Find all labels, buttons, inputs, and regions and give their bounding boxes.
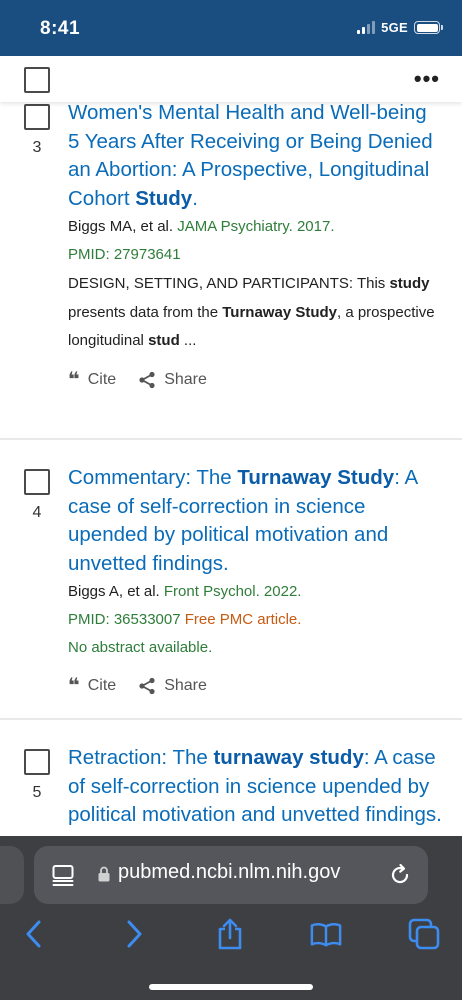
back-button[interactable]: [18, 918, 50, 950]
bookmarks-button[interactable]: [310, 918, 342, 950]
result-checkbox[interactable]: [24, 469, 50, 495]
share-page-button[interactable]: [214, 918, 246, 950]
result-journal: JAMA Psychiatry. 2017.: [177, 218, 335, 235]
result-item: 5 Retraction: The turnaway study: A case…: [0, 744, 462, 836]
select-all-checkbox[interactable]: [24, 67, 50, 93]
snippet-text: ...: [179, 332, 197, 349]
signal-icon: [357, 21, 376, 34]
no-abstract-note: No abstract available.: [68, 639, 213, 656]
browser-toolbar: [0, 914, 462, 960]
result-item: 4 Commentary: The Turnaway Study: A case…: [0, 464, 462, 714]
browser-chrome: pubmed.ncbi.nlm.nih.gov: [0, 836, 462, 1000]
address-bar[interactable]: pubmed.ncbi.nlm.nih.gov: [34, 846, 428, 904]
result-number: 3: [32, 139, 42, 156]
snippet-highlight: study: [389, 275, 430, 292]
result-journal: Front Psychol. 2022.: [163, 583, 302, 600]
share-button[interactable]: Share: [138, 676, 207, 696]
result-divider: [0, 718, 462, 720]
more-options-icon[interactable]: •••: [414, 66, 440, 92]
title-text: Women's Mental Health and Well-being 5 Y…: [68, 102, 433, 210]
cite-button[interactable]: ❝ Cite: [68, 676, 116, 696]
home-indicator[interactable]: [149, 984, 313, 990]
selection-bar: •••: [0, 56, 462, 102]
back-icon: [26, 920, 41, 948]
result-body: Commentary: The Turnaway Study: A case o…: [68, 464, 442, 696]
result-body: Retraction: The turnaway study: A case o…: [68, 744, 442, 830]
lock-icon: [98, 866, 110, 882]
free-pmc-badge[interactable]: Free PMC article.: [185, 611, 302, 628]
cite-label: Cite: [87, 370, 117, 388]
share-button[interactable]: Share: [138, 370, 207, 390]
status-bar: 8:41 5GE: [0, 0, 462, 56]
status-indicators: 5GE: [357, 20, 443, 35]
title-highlight: Study: [135, 186, 193, 210]
bookmarks-icon: [310, 923, 342, 947]
quote-icon: ❝: [68, 368, 80, 391]
result-pmid: PMID: 36533007: [68, 611, 185, 628]
result-number: 4: [32, 504, 42, 521]
result-citation: Biggs A, et al. Front Psychol. 2022.: [68, 578, 442, 606]
title-highlight: turnaway study: [213, 746, 364, 769]
result-title-link[interactable]: Commentary: The Turnaway Study: A case o…: [68, 464, 442, 578]
url-host: pubmed.ncbi.nlm.nih.gov: [118, 861, 341, 883]
previous-tab-preview[interactable]: [0, 846, 24, 904]
share-nodes-icon: [139, 371, 155, 388]
result-title-link[interactable]: Retraction: The turnaway study: A case o…: [68, 744, 442, 830]
tabs-button[interactable]: [408, 918, 440, 950]
results-list[interactable]: 3 Women's Mental Health and Well-being 5…: [0, 102, 462, 836]
network-type: 5GE: [381, 20, 408, 35]
result-actions: ❝ Cite Share: [68, 676, 442, 696]
result-number: 5: [32, 784, 42, 801]
snippet-text: DESIGN, SETTING, AND PARTICIPANTS: This: [68, 275, 390, 292]
status-time: 8:41: [40, 18, 81, 39]
cite-button[interactable]: ❝ Cite: [68, 370, 116, 390]
title-text: Retraction: The: [68, 746, 214, 769]
result-checkbox[interactable]: [24, 749, 50, 775]
title-highlight: Turnaway Study: [237, 466, 395, 489]
result-checkbox[interactable]: [24, 104, 50, 130]
quote-icon: ❝: [68, 675, 80, 697]
share-label: Share: [164, 677, 207, 694]
result-pmid: PMID: 27973641: [68, 246, 181, 263]
screen: 8:41 5GE ••• 3 Women's Mental Health and…: [0, 0, 462, 1000]
snippet-highlight: stud: [148, 332, 180, 349]
title-text: .: [192, 186, 198, 210]
snippet-text: presents data from the: [68, 303, 223, 321]
share-nodes-icon: [139, 677, 155, 695]
title-text: Commentary: The: [68, 466, 238, 489]
reader-mode-icon[interactable]: [52, 864, 74, 886]
cite-label: Cite: [87, 677, 117, 694]
share-label: Share: [164, 370, 207, 388]
battery-icon: [414, 21, 443, 34]
tabs-icon: [408, 918, 440, 950]
result-actions: ❝ Cite Share: [68, 370, 442, 390]
result-title-link[interactable]: Women's Mental Health and Well-being 5 Y…: [68, 102, 442, 213]
forward-button[interactable]: [118, 918, 150, 950]
result-authors: Biggs MA, et al.: [68, 218, 178, 235]
share-icon: [218, 918, 242, 950]
result-item: 3 Women's Mental Health and Well-being 5…: [0, 102, 462, 439]
result-citation: Biggs MA, et al. JAMA Psychiatry. 2017.: [68, 213, 442, 241]
result-authors: Biggs A, et al.: [68, 583, 164, 600]
result-divider: [0, 438, 462, 440]
snippet-highlight: Turnaway Study: [222, 303, 337, 321]
result-snippet: DESIGN, SETTING, AND PARTICIPANTS: This …: [68, 270, 442, 356]
forward-icon: [127, 920, 142, 948]
reload-icon[interactable]: [388, 863, 412, 887]
result-pmid-row: PMID: 36533007 Free PMC article.: [68, 606, 442, 634]
result-body: Women's Mental Health and Well-being 5 Y…: [68, 102, 442, 390]
